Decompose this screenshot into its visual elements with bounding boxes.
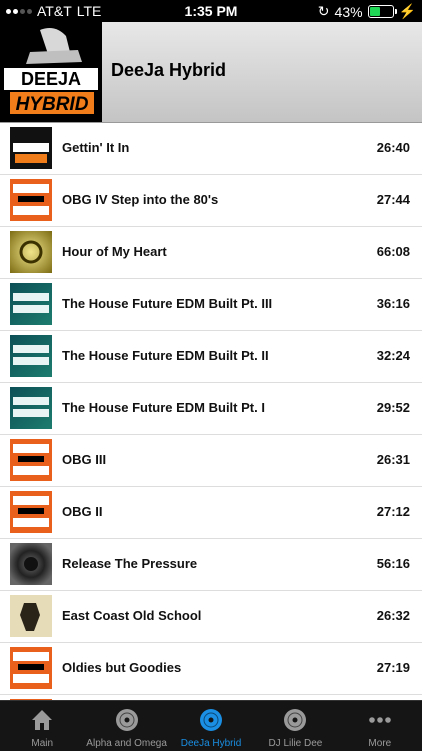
disc-icon xyxy=(115,709,138,731)
artist-header: DEEJA HYBRID DeeJa Hybrid xyxy=(0,22,422,123)
track-list[interactable]: Gettin' It In 26:40 OBG IV Step into the… xyxy=(0,123,422,700)
rotation-lock-icon: ↻ xyxy=(317,3,330,19)
track-thumbnail xyxy=(10,647,52,689)
more-icon xyxy=(369,717,391,723)
track-row[interactable]: The House Future EDM Built Pt. III 36:16 xyxy=(0,279,422,331)
tab-alpha-and-omega[interactable]: Alpha and Omega xyxy=(84,701,168,751)
tab-label: Alpha and Omega xyxy=(86,738,167,749)
track-title: Gettin' It In xyxy=(62,140,130,155)
battery-icon xyxy=(367,5,397,18)
track-thumbnail xyxy=(10,595,52,637)
track-row[interactable]: The House Future EDM Built Pt. II 32:24 xyxy=(0,331,422,383)
track-duration: 27:44 xyxy=(376,192,410,207)
track-duration: 27:19 xyxy=(376,660,410,675)
track-duration: 32:24 xyxy=(376,348,410,363)
tab-more[interactable]: More xyxy=(338,701,422,751)
status-bar: AT&T LTE 1:35 PM ↻ 43% ⚡ xyxy=(0,0,422,22)
track-thumbnail xyxy=(10,439,52,481)
track-row[interactable]: Release The Pressure 56:16 xyxy=(0,539,422,591)
track-row[interactable]: OBG III 26:31 xyxy=(0,435,422,487)
track-row[interactable]: OBG II 27:12 xyxy=(0,487,422,539)
disc-icon xyxy=(284,709,307,731)
tab-main[interactable]: Main xyxy=(0,701,84,751)
tab-label: More xyxy=(368,738,392,749)
track-title: The House Future EDM Built Pt. III xyxy=(62,296,273,311)
track-thumbnail xyxy=(10,127,52,169)
track-title: OBG II xyxy=(62,504,103,519)
track-duration: 56:16 xyxy=(376,556,410,571)
track-thumbnail xyxy=(10,283,52,325)
track-thumbnail xyxy=(10,387,52,429)
track-duration: 66:08 xyxy=(376,244,410,259)
track-title: OBG III xyxy=(62,452,107,467)
track-row[interactable]: Gettin' It In 26:40 xyxy=(0,123,422,175)
track-thumbnail xyxy=(10,491,52,533)
track-thumbnail xyxy=(10,543,52,585)
track-duration: 26:31 xyxy=(376,452,410,467)
track-thumbnail xyxy=(10,335,52,377)
home-icon xyxy=(32,710,53,730)
track-title: Hour of My Heart xyxy=(62,244,167,259)
battery-percent: 43% xyxy=(334,3,363,20)
tab-label: DeeJa Hybrid xyxy=(180,738,242,749)
track-title: Oldies but Goodies xyxy=(62,660,182,675)
track-duration: 29:52 xyxy=(376,400,410,415)
page-title: DeeJa Hybrid xyxy=(111,60,227,80)
track-row[interactable]: Hour of My Heart 66:08 xyxy=(0,227,422,279)
track-duration: 26:40 xyxy=(376,140,410,155)
logo-text-top: DEEJA xyxy=(21,69,81,89)
deeja-hybrid-logo-icon: DEEJA HYBRID xyxy=(0,22,102,122)
artist-logo: DEEJA HYBRID xyxy=(0,22,102,122)
track-row[interactable]: East Coast Old School 26:32 xyxy=(0,591,422,643)
track-row[interactable]: The House Future EDM Built Pt. I 29:52 xyxy=(0,383,422,435)
tab-label: DJ Lilie Dee xyxy=(268,738,323,749)
logo-text-bottom: HYBRID xyxy=(16,94,89,115)
track-title: East Coast Old School xyxy=(62,608,202,623)
track-duration: 36:16 xyxy=(376,296,410,311)
tab-bar: Main Alpha and Omega DeeJa Hybrid DJ Lil… xyxy=(0,700,422,751)
track-row[interactable]: Oldies but Goodies 27:19 xyxy=(0,643,422,695)
track-thumbnail xyxy=(10,231,52,273)
tab-label: Main xyxy=(31,738,54,749)
status-right: ↻ 43% ⚡ xyxy=(318,3,416,20)
track-title: The House Future EDM Built Pt. I xyxy=(62,400,265,415)
track-thumbnail xyxy=(10,179,52,221)
track-title: The House Future EDM Built Pt. II xyxy=(62,348,269,363)
tab-dj-lilie-dee[interactable]: DJ Lilie Dee xyxy=(253,701,337,751)
track-title: Release The Pressure xyxy=(62,556,198,571)
disc-icon xyxy=(200,709,223,731)
charging-icon: ⚡ xyxy=(398,3,416,19)
track-row[interactable]: OBG IV Step into the 80's 27:44 xyxy=(0,175,422,227)
track-duration: 27:12 xyxy=(376,504,410,519)
tab-deeja-hybrid[interactable]: DeeJa Hybrid xyxy=(169,701,253,751)
track-title: OBG IV Step into the 80's xyxy=(62,192,219,207)
track-duration: 26:32 xyxy=(376,608,410,623)
